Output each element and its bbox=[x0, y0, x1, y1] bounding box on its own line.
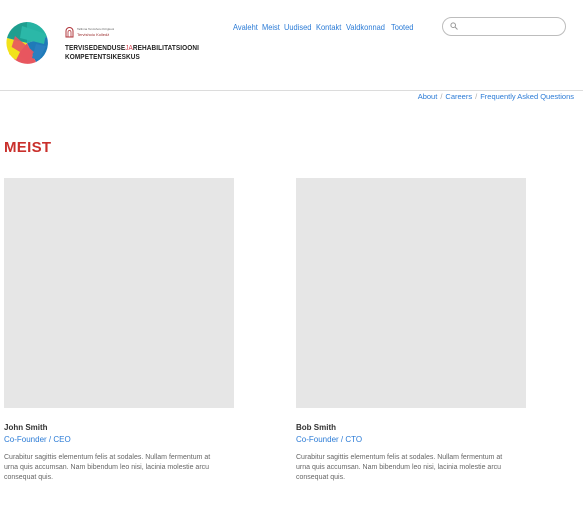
university-line2: Tervishoiu Kolledž bbox=[77, 32, 110, 37]
breadcrumb-separator: / bbox=[440, 92, 443, 101]
breadcrumb-separator: / bbox=[475, 92, 478, 101]
team-member-photo bbox=[296, 178, 526, 408]
search-box[interactable] bbox=[442, 17, 566, 36]
nav-item-kontakt[interactable]: Kontakt bbox=[316, 22, 341, 32]
org-name-line2: KOMPETENTSIKESKUS bbox=[65, 53, 140, 61]
organization-name[interactable]: TERVISEDENDUSEJAREHABILITATSIOONI KOMPET… bbox=[65, 45, 199, 62]
nav-item-tooted[interactable]: Tooted bbox=[391, 22, 413, 32]
team-member-card: John Smith Co-Founder / CEO Curabitur sa… bbox=[4, 178, 234, 483]
breadcrumb-item-faq[interactable]: Frequently Asked Questions bbox=[480, 92, 574, 101]
nav-item-meist[interactable]: Meist bbox=[262, 22, 280, 32]
nav-item-valdkonnad[interactable]: Valdkonnad bbox=[346, 22, 385, 32]
search-input[interactable] bbox=[461, 20, 563, 35]
team-member-name: John Smith bbox=[4, 423, 48, 432]
team-member-role[interactable]: Co-Founder / CTO bbox=[296, 435, 526, 444]
breadcrumb-item-about[interactable]: About bbox=[418, 92, 438, 101]
team-member-bio: Curabitur sagittis elementum felis at so… bbox=[296, 454, 503, 481]
university-name: Tallinna Tervishoiu Kõrgkool Tervishoiu … bbox=[77, 27, 137, 37]
org-name-part2: REHABILITATSIOONI bbox=[132, 45, 200, 52]
university-crest-icon bbox=[65, 27, 74, 38]
colorful-circle-logo-icon[interactable] bbox=[6, 22, 48, 64]
team-member-card: Bob Smith Co-Founder / CTO Curabitur sag… bbox=[296, 178, 526, 483]
main-navigation: Avaleht Meist Uudised Kontakt Valdkonnad… bbox=[233, 22, 413, 32]
org-name-ja: JA bbox=[125, 45, 133, 52]
org-name-part1: TERVISEDENDUSE bbox=[65, 45, 126, 52]
site-header: Tallinna Tervishoiu Kõrgkool Tervishoiu … bbox=[0, 0, 583, 91]
team-member-name: Bob Smith bbox=[296, 423, 336, 432]
breadcrumb-item-careers[interactable]: Careers bbox=[445, 92, 472, 101]
nav-item-avaleht[interactable]: Avaleht bbox=[233, 22, 258, 32]
page-title: MEIST bbox=[4, 139, 52, 156]
team-member-role[interactable]: Co-Founder / CEO bbox=[4, 435, 234, 444]
team-member-bio: Curabitur sagittis elementum felis at so… bbox=[4, 454, 211, 481]
search-icon[interactable] bbox=[450, 22, 458, 30]
team-member-photo bbox=[4, 178, 234, 408]
breadcrumb: About / Careers / Frequently Asked Questions bbox=[418, 92, 574, 101]
nav-item-uudised[interactable]: Uudised bbox=[284, 22, 311, 32]
